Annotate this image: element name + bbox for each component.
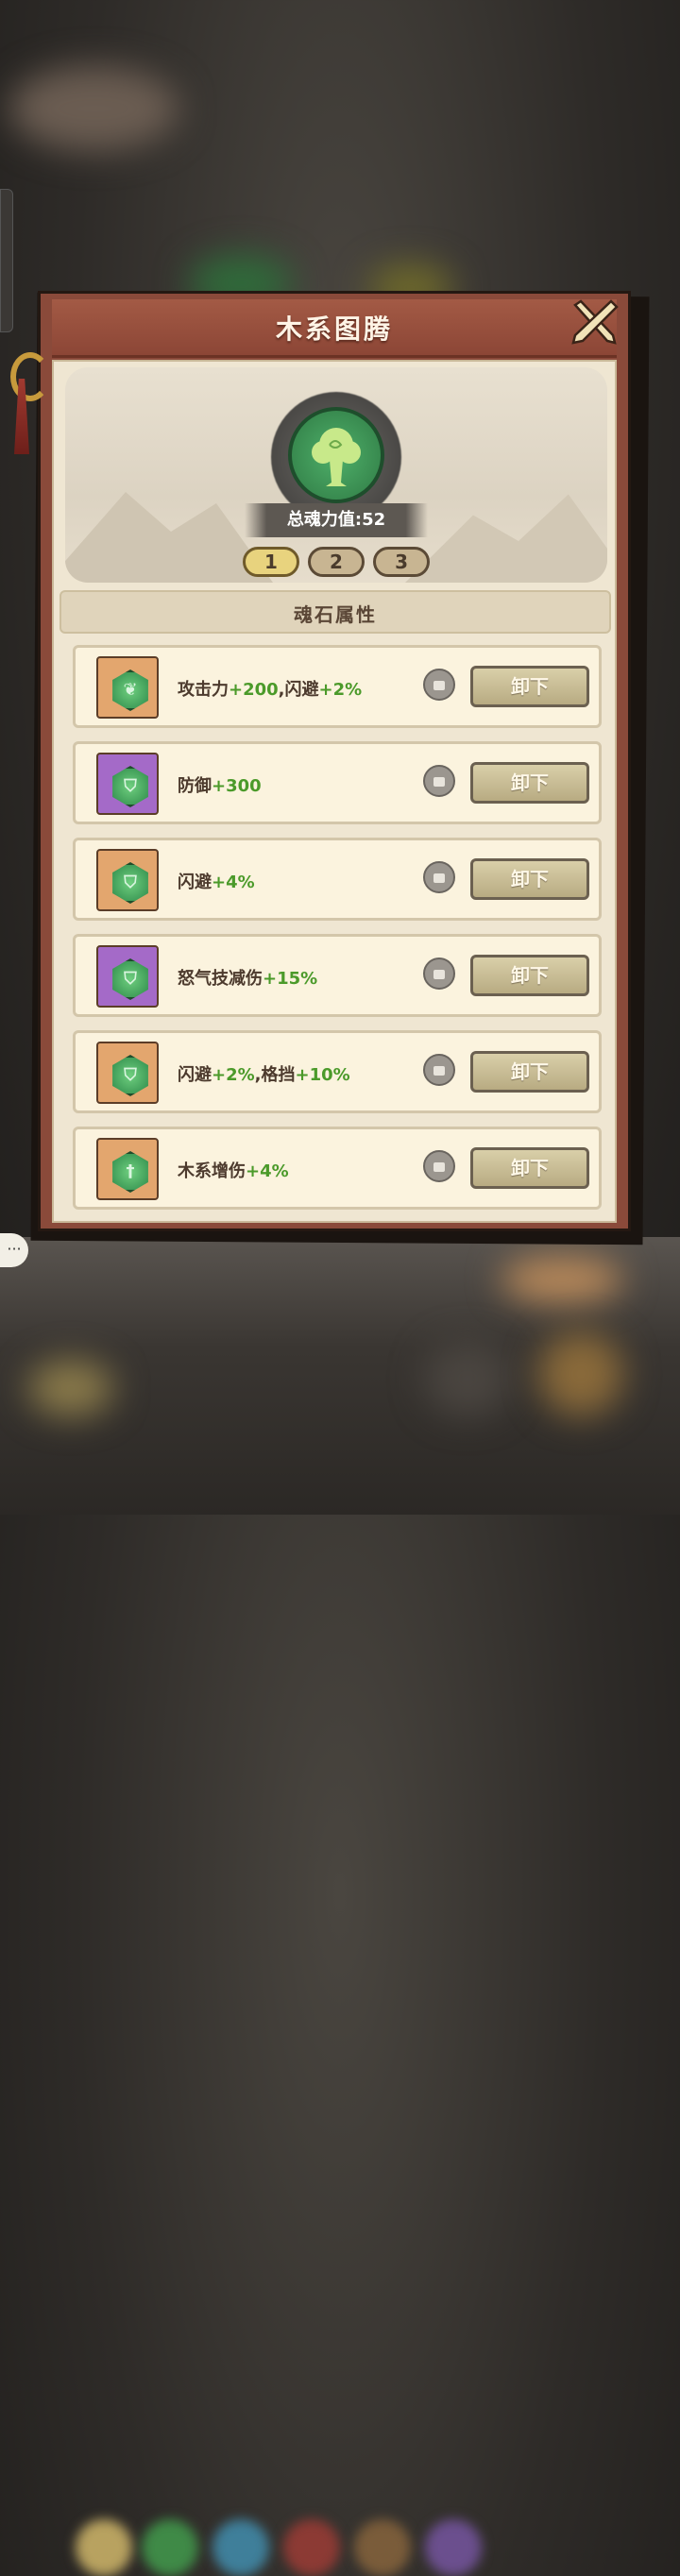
element-orb	[142, 2519, 198, 2576]
section-title: 魂石属性	[294, 603, 377, 626]
stone-attribute: 闪避+4%	[178, 873, 255, 892]
lock-icon[interactable]	[423, 1054, 455, 1086]
soul-stone-row: ⛉ 怒气技减伤+15% 卸下	[73, 934, 602, 1017]
stone-attribute: 闪避+2%,格挡+10%	[178, 1065, 350, 1085]
gem-mark: ⛉	[124, 776, 137, 796]
side-drawer-tab[interactable]	[0, 189, 13, 332]
soul-stone-list: ❦ 攻击力+200,闪避+2% 卸下 ⛉ 防御+300 卸下 ⛉ 闪避+4% 卸…	[73, 645, 602, 1223]
unload-button[interactable]: 卸下	[470, 762, 589, 804]
shield-icon: ⛉	[112, 766, 148, 807]
lock-icon[interactable]	[423, 765, 455, 797]
tab-1[interactable]: 1	[242, 547, 299, 577]
close-icon	[571, 299, 619, 345]
bottom-button-blur	[501, 1256, 623, 1303]
unload-button[interactable]: 卸下	[470, 1147, 589, 1189]
bottom-bar	[0, 1237, 680, 2576]
panel-title: 木系图腾	[275, 314, 393, 345]
gem-mark: †	[126, 1161, 135, 1181]
soul-stone-slot[interactable]: †	[96, 1138, 159, 1200]
lock-icon[interactable]	[423, 861, 455, 893]
stone-attribute: 木系增伤+4%	[178, 1161, 289, 1181]
shield-icon: ⛉	[112, 958, 148, 1000]
unload-button[interactable]: 卸下	[470, 858, 589, 900]
soul-stone-slot[interactable]: ⛉	[96, 945, 159, 1008]
shield-icon: ⛉	[112, 862, 148, 904]
gem-mark: ⛉	[124, 969, 137, 989]
nav-icon-blur	[538, 1331, 623, 1416]
unload-button[interactable]: 卸下	[470, 955, 589, 996]
stone-attribute: 防御+300	[178, 776, 262, 796]
soul-stone-row: ⛉ 防御+300 卸下	[73, 741, 602, 824]
lock-icon[interactable]	[423, 669, 455, 701]
panel-body: 总魂力值:52 1 2 3 魂石属性 ❦ 攻击力+200,闪避+2% 卸下 ⛉ …	[52, 360, 617, 1223]
close-button[interactable]	[568, 296, 620, 348]
soul-stone-slot[interactable]: ⛉	[96, 849, 159, 911]
soul-stone-row: ❦ 攻击力+200,闪避+2% 卸下	[73, 645, 602, 728]
soul-stone-row: † 木系增伤+4% 卸下	[73, 1127, 602, 1210]
soul-stone-slot[interactable]: ❦	[96, 656, 159, 719]
gem-mark: ❦	[123, 680, 138, 700]
background-cloud	[9, 66, 179, 151]
gem-mark: ⛉	[124, 1065, 137, 1085]
soul-stone-slot[interactable]: ⛉	[96, 1042, 159, 1104]
element-orb	[283, 2519, 340, 2576]
soul-stone-row: ⛉ 闪避+4% 卸下	[73, 838, 602, 921]
lock-icon[interactable]	[423, 1150, 455, 1182]
tree-icon	[312, 428, 361, 486]
swirl-icon: ❦	[112, 669, 148, 711]
gem-mark: ⛉	[124, 873, 137, 892]
element-orb	[425, 2519, 482, 2576]
sword-icon: †	[112, 1151, 148, 1193]
stone-attribute: 怒气技减伤+15%	[178, 969, 318, 989]
stone-attribute: 攻击力+200,闪避+2%	[178, 680, 363, 700]
soul-stone-slot[interactable]: ⛉	[96, 753, 159, 815]
ring-ornament-icon	[10, 352, 50, 401]
element-orb	[76, 2519, 132, 2576]
totem-display: 总魂力值:52 1 2 3	[65, 367, 607, 583]
unload-button[interactable]: 卸下	[470, 666, 589, 707]
nav-icon-blur	[425, 1341, 510, 1416]
element-orb	[212, 2519, 269, 2576]
unload-button[interactable]: 卸下	[470, 1051, 589, 1093]
shield-icon: ⛉	[112, 1055, 148, 1096]
element-orb	[354, 2519, 411, 2576]
wood-totem-emblem	[288, 407, 384, 503]
totem-panel: 木系图腾 总魂力值:52 1 2 3 魂石属性 ❦ 攻击力+200,闪避+2% …	[10, 291, 631, 1231]
section-header: 魂石属性	[60, 590, 611, 634]
page-tabs: 1 2 3	[65, 547, 607, 577]
total-soul-power: 总魂力值:52	[245, 503, 428, 537]
tab-3[interactable]: 3	[373, 547, 431, 577]
title-bar: 木系图腾	[52, 299, 617, 358]
tab-2[interactable]: 2	[308, 547, 365, 577]
soul-stone-row: ⛉ 闪避+2%,格挡+10% 卸下	[73, 1030, 602, 1113]
lock-icon[interactable]	[423, 958, 455, 990]
nav-icon-blur	[28, 1360, 113, 1416]
